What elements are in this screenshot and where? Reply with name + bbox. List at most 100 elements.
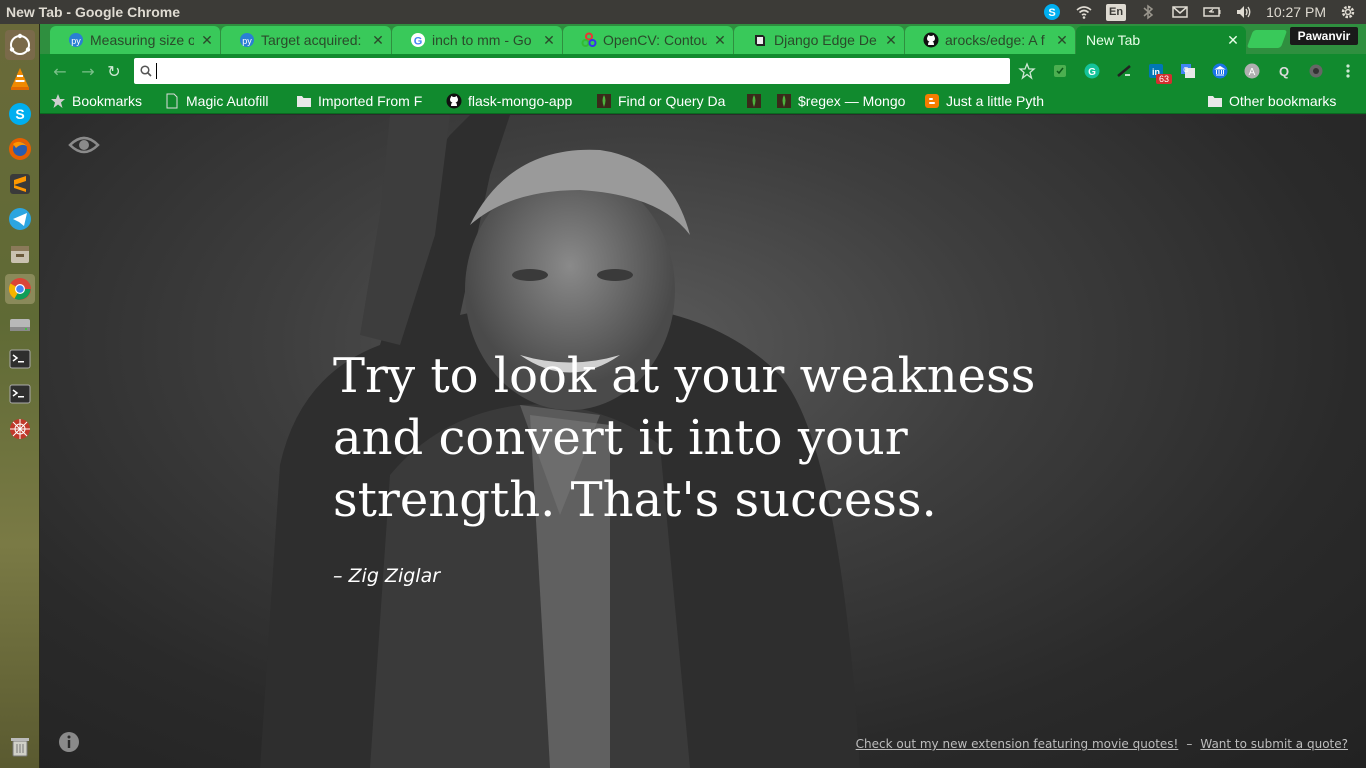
tab-opencv-contours[interactable]: OpenCV: Contou ✕ bbox=[563, 26, 733, 54]
bookmark-label: Magic Autofill bbox=[186, 93, 269, 109]
museum-extension-icon[interactable] bbox=[1210, 61, 1230, 81]
other-bookmarks-label: Other bookmarks bbox=[1229, 93, 1337, 109]
bookmark-label: Bookmarks bbox=[72, 93, 143, 109]
other-bookmarks[interactable]: Other bookmarks bbox=[1207, 91, 1336, 111]
disk-drive-icon[interactable] bbox=[5, 309, 35, 339]
omnibox-input[interactable] bbox=[165, 63, 1010, 79]
account-a-icon[interactable]: A bbox=[1242, 61, 1262, 81]
footer-links: Check out my new extension featuring mov… bbox=[856, 737, 1348, 751]
close-icon[interactable]: ✕ bbox=[884, 33, 898, 47]
tab-title: inch to mm - Go bbox=[432, 32, 532, 48]
google-translate-icon[interactable]: G bbox=[1178, 61, 1198, 81]
grammarly-icon[interactable]: G bbox=[1082, 61, 1102, 81]
ubuntu-dash-icon[interactable] bbox=[5, 30, 35, 60]
settings-gear-icon[interactable] bbox=[1338, 3, 1358, 21]
bookmark-bookmarks[interactable]: Bookmarks bbox=[50, 91, 142, 111]
close-icon[interactable]: ✕ bbox=[713, 33, 727, 47]
github-icon bbox=[446, 93, 462, 109]
telegram-icon[interactable] bbox=[5, 204, 35, 234]
close-icon[interactable]: ✕ bbox=[1055, 33, 1069, 47]
profile-button[interactable]: Pawanvir bbox=[1290, 27, 1358, 45]
sublime-text-icon[interactable] bbox=[5, 169, 35, 199]
mail-icon[interactable] bbox=[1170, 3, 1190, 21]
bookmark-imported-from[interactable]: Imported From F bbox=[296, 91, 436, 111]
star-icon bbox=[50, 93, 66, 109]
reload-icon[interactable]: ↻ bbox=[104, 61, 124, 81]
tab-title: New Tab bbox=[1086, 32, 1141, 48]
bookmark-star-icon[interactable] bbox=[1017, 61, 1037, 81]
close-icon[interactable]: ✕ bbox=[200, 33, 214, 47]
bluetooth-icon[interactable] bbox=[1138, 3, 1158, 21]
mongodb-icon bbox=[596, 93, 612, 109]
svg-text:py: py bbox=[242, 36, 252, 46]
svg-text:py: py bbox=[71, 36, 81, 46]
footer-separator: – bbox=[1186, 737, 1193, 751]
network-tool-icon[interactable] bbox=[5, 414, 35, 444]
clock[interactable]: 10:27 PM bbox=[1266, 4, 1326, 20]
pyimagesearch-icon: py bbox=[68, 32, 84, 48]
close-icon[interactable]: ✕ bbox=[371, 33, 385, 47]
bookmark-just-a-little-python[interactable]: Just a little Pyth bbox=[924, 91, 1064, 111]
blogger-icon bbox=[924, 93, 940, 109]
bookmark-flask-mongo-app[interactable]: flask-mongo-app bbox=[446, 91, 586, 111]
skype-launcher-icon[interactable]: S bbox=[5, 99, 35, 129]
book-icon bbox=[752, 32, 768, 48]
keyboard-language-indicator[interactable]: En bbox=[1106, 3, 1127, 21]
svg-text:S: S bbox=[15, 106, 24, 122]
submit-quote-link[interactable]: Want to submit a quote? bbox=[1200, 737, 1348, 751]
back-arrow-icon[interactable]: ← bbox=[50, 61, 70, 81]
firefox-icon[interactable] bbox=[5, 134, 35, 164]
search-icon bbox=[140, 62, 152, 81]
tab-inch-to-mm[interactable]: G inch to mm - Go ✕ bbox=[392, 26, 562, 54]
new-tab-button[interactable] bbox=[1246, 30, 1288, 48]
tab-django-edge[interactable]: Django Edge De ✕ bbox=[734, 26, 904, 54]
top-panel: New Tab - Google Chrome S En 10:27 PM bbox=[0, 0, 1366, 24]
tab-title: Target acquired: bbox=[261, 32, 362, 48]
mongodb-icon bbox=[746, 93, 762, 109]
shield-extension-icon[interactable] bbox=[1050, 61, 1070, 81]
terminal-2-icon[interactable] bbox=[5, 379, 35, 409]
launcher: S bbox=[0, 24, 40, 768]
close-icon[interactable]: ✕ bbox=[542, 33, 556, 47]
window-title: New Tab - Google Chrome bbox=[6, 4, 180, 20]
bookmark-find-or-query[interactable]: Find or Query Da bbox=[596, 91, 736, 111]
tab-title: Django Edge De bbox=[774, 32, 877, 48]
eye-icon[interactable] bbox=[68, 133, 100, 157]
tab-measuring-size[interactable]: py Measuring size o ✕ bbox=[50, 26, 220, 54]
vlc-icon[interactable] bbox=[5, 64, 35, 94]
svg-text:S: S bbox=[1048, 7, 1055, 19]
chrome-window: py Measuring size o ✕ py Target acquired… bbox=[40, 24, 1366, 768]
quote-text: Try to look at your weakness and convert… bbox=[333, 348, 1036, 528]
bookmark-magic-autofill[interactable]: Magic Autofill bbox=[164, 91, 268, 111]
bookmark-regex-mongo[interactable]: $regex — Mongo bbox=[776, 91, 912, 111]
svg-text:Q: Q bbox=[1279, 64, 1289, 79]
chrome-menu-icon[interactable] bbox=[1338, 61, 1358, 81]
skype-icon[interactable]: S bbox=[1042, 3, 1062, 21]
archive-manager-icon[interactable] bbox=[5, 239, 35, 269]
info-icon[interactable] bbox=[58, 731, 80, 753]
chrome-launcher-icon[interactable] bbox=[5, 274, 35, 304]
tab-target-acquired[interactable]: py Target acquired: ✕ bbox=[221, 26, 391, 54]
tab-title: arocks/edge: A f bbox=[945, 32, 1045, 48]
circle-extension-icon[interactable] bbox=[1306, 61, 1326, 81]
q-extension-icon[interactable]: Q bbox=[1274, 61, 1294, 81]
tab-strip: py Measuring size o ✕ py Target acquired… bbox=[40, 24, 1366, 54]
battery-icon[interactable] bbox=[1202, 3, 1222, 21]
bookmark-label: flask-mongo-app bbox=[468, 93, 573, 109]
terminal-icon[interactable] bbox=[5, 344, 35, 374]
svg-text:A: A bbox=[1249, 67, 1256, 78]
bookmark-mongodb[interactable] bbox=[746, 91, 770, 111]
tab-title: OpenCV: Contou bbox=[603, 32, 707, 48]
bookmark-label: Find or Query Da bbox=[618, 93, 726, 109]
screenshot-extension-icon[interactable] bbox=[1114, 61, 1134, 81]
forward-arrow-icon[interactable]: → bbox=[78, 61, 98, 81]
trash-icon[interactable] bbox=[5, 731, 35, 761]
close-icon[interactable]: ✕ bbox=[1226, 33, 1240, 47]
volume-icon[interactable] bbox=[1234, 3, 1254, 21]
bookmark-label: Just a little Pyth bbox=[946, 93, 1045, 109]
tab-new-tab[interactable]: New Tab ✕ bbox=[1076, 26, 1246, 54]
tab-arocks-edge[interactable]: arocks/edge: A f ✕ bbox=[905, 26, 1075, 54]
movie-quotes-link[interactable]: Check out my new extension featuring mov… bbox=[856, 737, 1179, 751]
omnibox[interactable] bbox=[134, 58, 1010, 84]
wifi-icon[interactable] bbox=[1074, 3, 1094, 21]
